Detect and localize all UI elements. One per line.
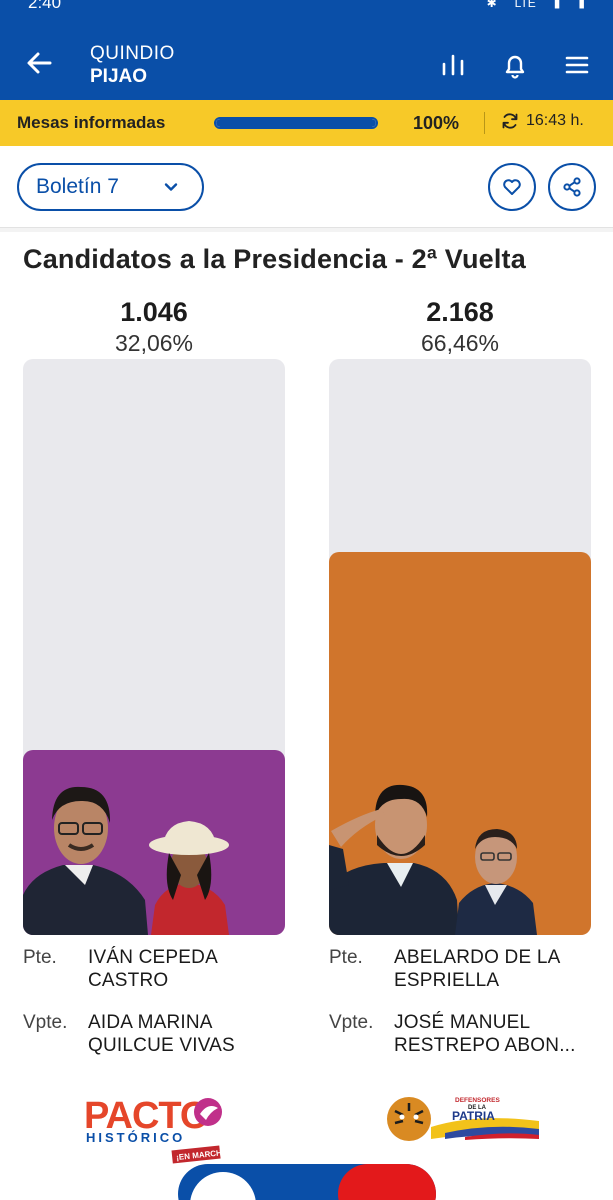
region-title: QUINDIO [90, 43, 175, 64]
svg-text:DEFENSORES: DEFENSORES [455, 1097, 500, 1104]
status-time: 2:40 [28, 0, 62, 12]
breadcrumb: QUINDIO PIJAO [90, 43, 175, 88]
reporting-progress: Mesas informadas 100% 16:43 h. [0, 100, 613, 146]
progress-fill [216, 119, 376, 127]
fab-red-segment[interactable] [338, 1164, 436, 1200]
fab-primary-button[interactable] [190, 1172, 256, 1200]
app-bar: QUINDIO PIJAO [0, 14, 613, 100]
candidate-names: Pte. IVÁN CEPEDA CASTRO Vpte. AIDA MARIN… [23, 946, 293, 1076]
refresh-icon [502, 113, 518, 129]
municipality-title: PIJAO [90, 66, 148, 87]
section-divider [0, 228, 613, 232]
candidate-votes: 2.168 [426, 297, 494, 327]
chevron-down-icon [164, 183, 178, 191]
party-logo-pacto-historico: PACTO HISTÓRICO ¡EN MARCHA! [82, 1090, 231, 1170]
notifications-button[interactable] [500, 50, 530, 80]
updated-time: 16:43 h. [526, 112, 584, 129]
network-label: LTE [514, 0, 536, 10]
menu-button[interactable] [562, 50, 592, 80]
vice-president-row: Vpte. AIDA MARINA QUILCUE VIVAS [23, 1011, 293, 1057]
candidate-votes: 1.046 [120, 297, 188, 327]
vote-bar-track [329, 359, 591, 935]
svg-text:PATRIA: PATRIA [452, 1109, 495, 1123]
candidate-percent: 66,46% [420, 330, 499, 356]
bulletin-label: Boletín 7 [36, 175, 119, 198]
back-button[interactable] [24, 48, 54, 78]
vote-bar-track [23, 359, 285, 935]
candidate-card[interactable]: 1.046 32,06% Pte. IVÁN CEPEDA CASTRO Vpt… [23, 296, 285, 1056]
president-name: ABELARDO DE LA ESPRIELLA [394, 947, 560, 991]
bar-chart-icon [442, 54, 464, 76]
section-title: Candidatos a la Presidencia - 2ª Vuelta [23, 244, 526, 274]
share-icon [563, 177, 581, 197]
arrow-left-icon [27, 52, 52, 74]
candidates-photo [23, 786, 229, 935]
bottom-floating-menu[interactable] [178, 1164, 436, 1200]
hamburger-menu-icon [565, 56, 589, 74]
stats-button[interactable] [438, 50, 468, 80]
progress-label: Mesas informadas [17, 113, 166, 132]
candidate-percent: 32,06% [114, 330, 193, 356]
vote-bar-fill [23, 750, 285, 935]
bluetooth-icon: ✱ [486, 0, 497, 10]
president-role-label: Pte. [329, 947, 363, 968]
refresh-time[interactable]: 16:43 h. [500, 111, 584, 131]
share-button[interactable] [548, 163, 596, 211]
president-name: IVÁN CEPEDA CASTRO [88, 947, 217, 991]
svg-text:HISTÓRICO: HISTÓRICO [86, 1130, 185, 1145]
signal-icon: ▮ [553, 0, 561, 10]
status-bar: 2:40 ✱ LTE ▮ ▮ [0, 0, 613, 14]
bell-icon [505, 55, 525, 79]
divider [484, 112, 485, 134]
progress-percent: 100% [413, 113, 460, 133]
status-icons: ✱ LTE ▮ ▮ [487, 0, 585, 10]
candidate-card[interactable]: 2.168 66,46% Pte. ABELARDO DE LA ESPRIEL… [329, 296, 591, 1056]
bulletin-select[interactable]: Boletín 7 [17, 163, 204, 211]
progress-bar [214, 117, 378, 129]
vice-president-row: Vpte. JOSÉ MANUEL RESTREPO ABON... [329, 1011, 599, 1057]
president-role-label: Pte. [23, 947, 57, 968]
favorite-button[interactable] [488, 163, 536, 211]
vice-president-role-label: Vpte. [23, 1012, 68, 1033]
party-logo-defensores: DEFENSORES DE LA PATRIA [385, 1093, 543, 1148]
battery-icon: ▮ [578, 0, 585, 10]
vote-bar-fill [329, 552, 591, 935]
vice-president-name: AIDA MARINA QUILCUE VIVAS [88, 1012, 235, 1056]
toolbar: Boletín 7 [0, 146, 613, 228]
president-row: Pte. IVÁN CEPEDA CASTRO [23, 946, 293, 992]
candidate-names: Pte. ABELARDO DE LA ESPRIELLA Vpte. JOSÉ… [329, 946, 599, 1076]
vice-president-name: JOSÉ MANUEL RESTREPO ABON... [394, 1012, 576, 1056]
candidates-photo [329, 784, 537, 935]
heart-icon [503, 179, 521, 195]
vice-president-role-label: Vpte. [329, 1012, 374, 1033]
president-row: Pte. ABELARDO DE LA ESPRIELLA [329, 946, 599, 992]
